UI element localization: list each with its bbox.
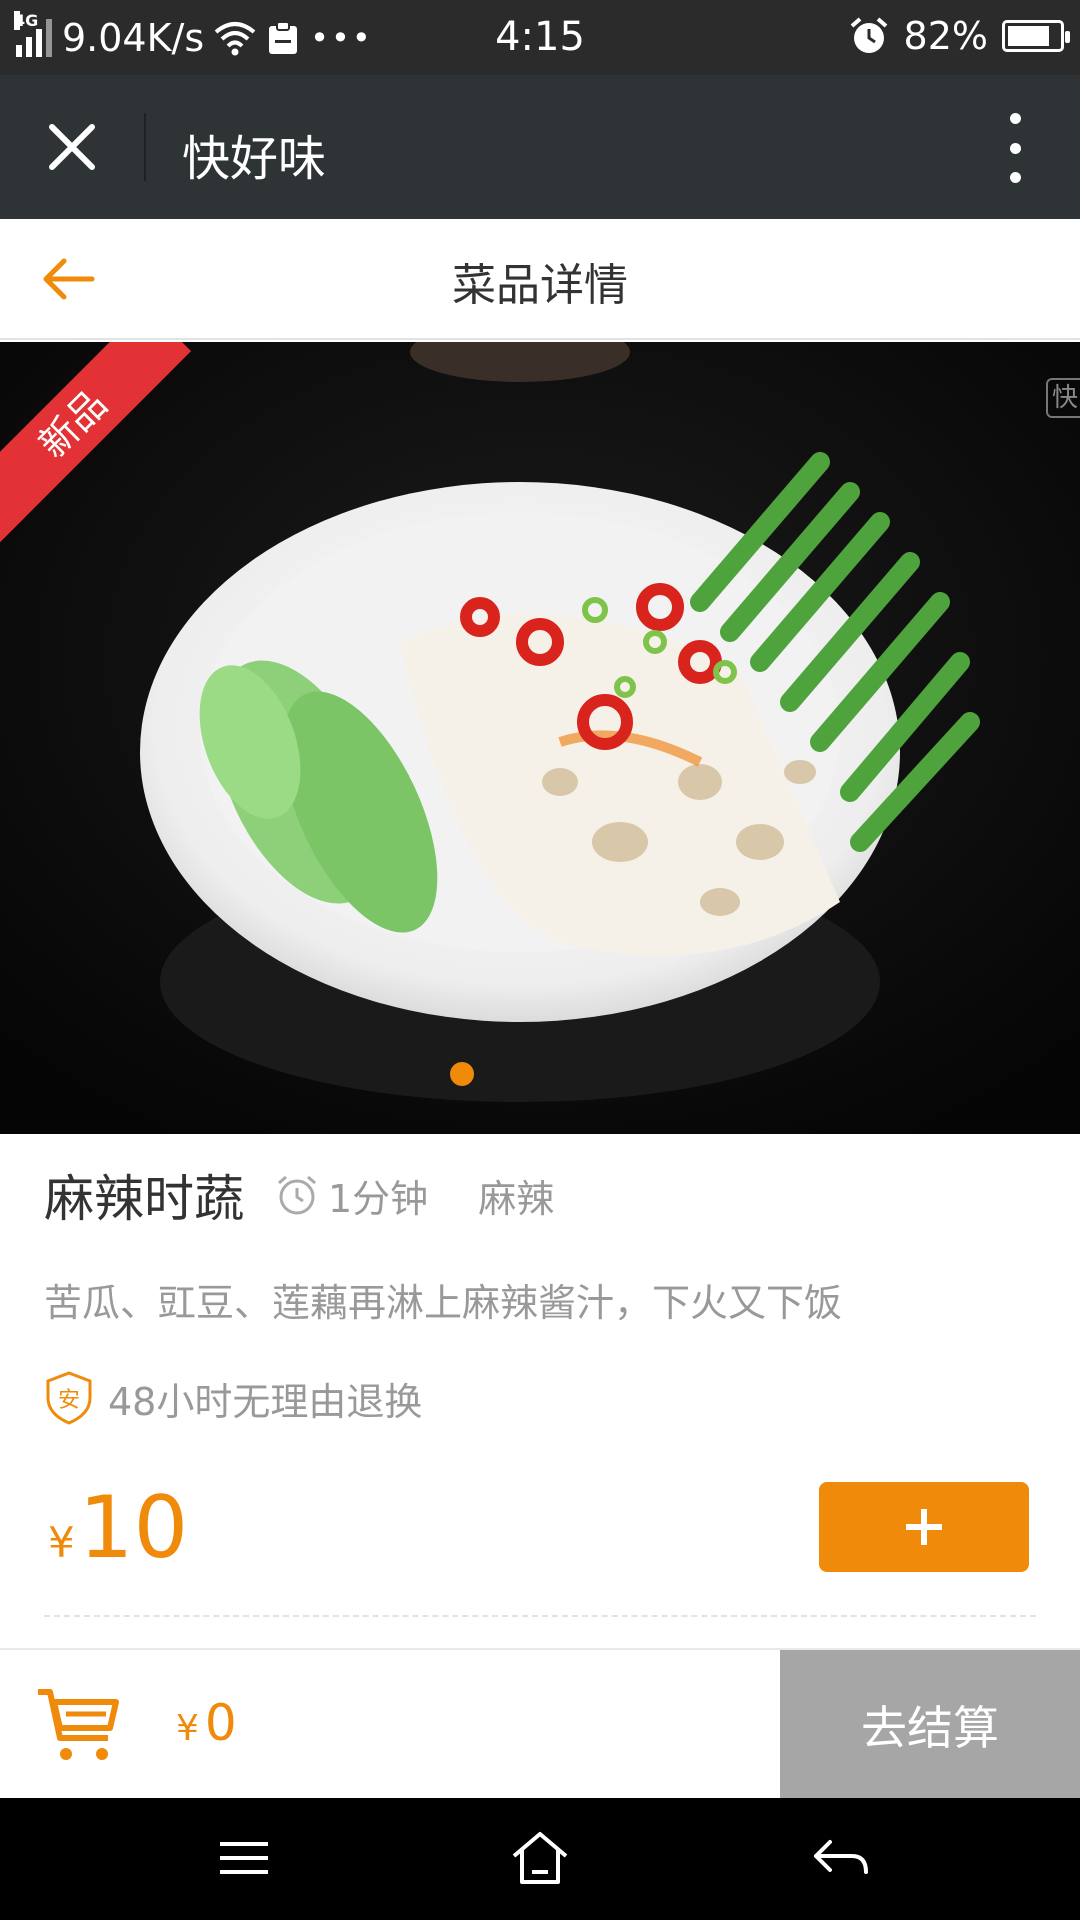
guarantee-text: 48小时无理由退换 — [108, 1379, 423, 1424]
status-right: 82% — [848, 14, 1070, 58]
cart-currency: ¥ — [176, 1708, 199, 1749]
page-header: 菜品详情 — [0, 219, 1080, 340]
page-title: 菜品详情 — [452, 260, 628, 311]
home-icon[interactable] — [508, 1828, 572, 1888]
checkout-button[interactable]: 去结算 — [780, 1650, 1080, 1800]
cart-icon[interactable] — [36, 1684, 120, 1764]
shield-icon: 安 — [46, 1371, 92, 1425]
dish-photo — [0, 342, 1080, 1134]
price-value: 10 — [78, 1478, 189, 1578]
system-nav-bar — [0, 1798, 1080, 1920]
back-nav-icon[interactable] — [808, 1828, 872, 1888]
battery-percent: 82% — [903, 14, 988, 58]
add-to-cart-button[interactable] — [819, 1482, 1029, 1572]
battery-fill — [1008, 26, 1049, 46]
app-title: 快好味 — [182, 131, 327, 187]
dish-image-carousel[interactable]: 新品 快 — [0, 342, 1080, 1134]
menu-icon[interactable] — [212, 1828, 276, 1888]
cook-time: 1分钟 — [328, 1176, 429, 1221]
cart-total: ¥ 0 — [176, 1694, 237, 1752]
cart-total-value: 0 — [204, 1694, 237, 1752]
alarm-clock-icon — [278, 1175, 316, 1215]
shield-icon-text: 安 — [58, 1388, 80, 1413]
guarantee-row: 安 48小时无理由退换 — [44, 1370, 422, 1426]
battery-icon — [1002, 20, 1070, 52]
more-vertical-icon — [1009, 113, 1021, 124]
close-button[interactable] — [40, 115, 104, 179]
cart-bar: ¥ 0 去结算 — [0, 1648, 1080, 1800]
dish-title-row: 麻辣时蔬 1分钟 麻辣 — [44, 1160, 554, 1230]
dish-name: 麻辣时蔬 — [44, 1170, 244, 1228]
carousel-dot-active[interactable] — [450, 1062, 474, 1086]
more-button[interactable] — [990, 113, 1040, 183]
watermark-logo: 快 — [1046, 378, 1080, 418]
close-icon — [49, 124, 95, 170]
status-bar: 4G 9.04K/s ••• 4:15 82% — [0, 0, 1080, 75]
alarm-icon — [850, 17, 887, 53]
price: ¥ 10 — [48, 1478, 188, 1578]
flavor-tag: 麻辣 — [478, 1176, 555, 1221]
dashed-divider — [44, 1615, 1036, 1617]
dish-description: 苦瓜、豇豆、莲藕再淋上麻辣酱汁，下火又下饭 — [44, 1281, 843, 1325]
app-bar: 快好味 — [0, 75, 1080, 219]
price-currency: ¥ — [48, 1518, 75, 1567]
appbar-divider — [144, 113, 146, 181]
plus-icon — [906, 1509, 942, 1545]
